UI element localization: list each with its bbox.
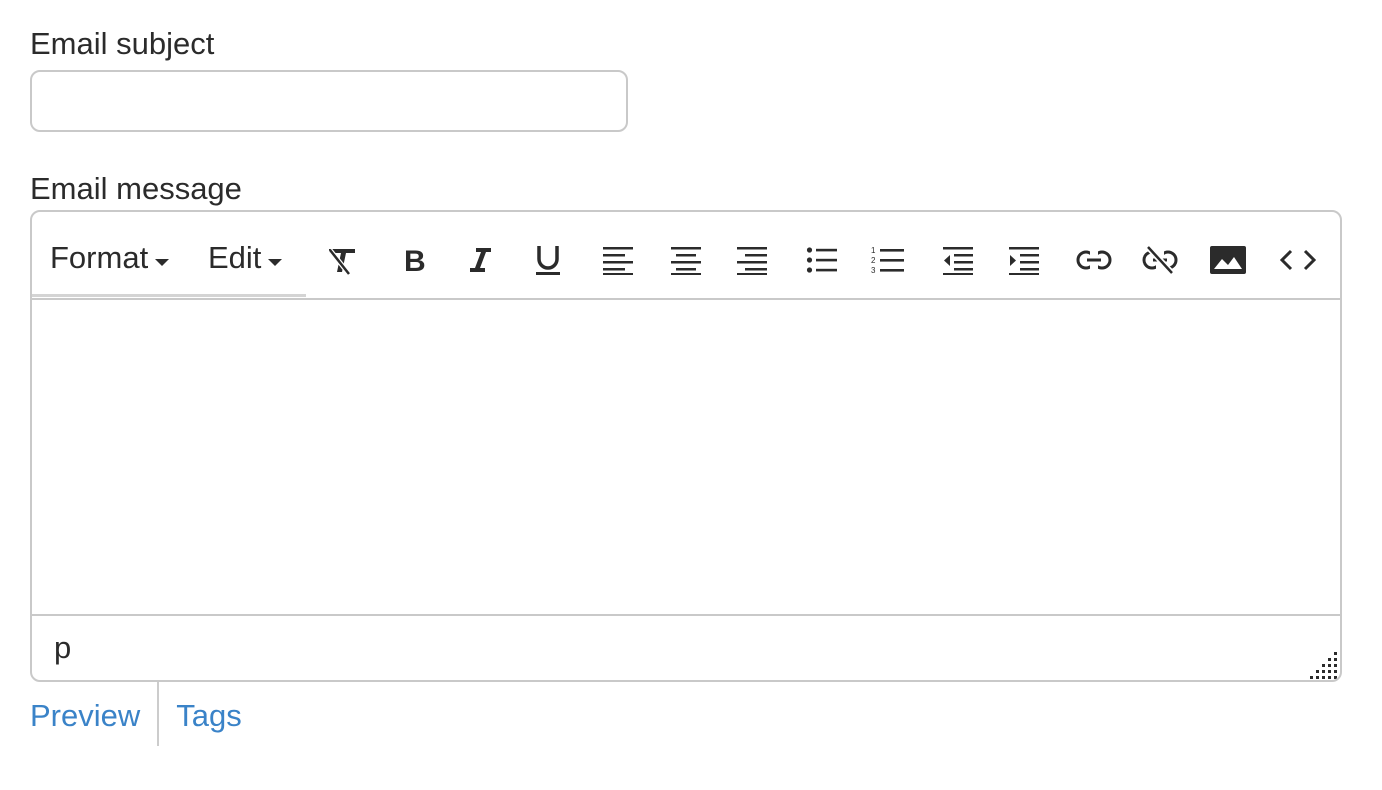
edit-menu-label: Edit — [208, 240, 262, 275]
indent-button[interactable] — [1004, 240, 1044, 280]
caret-down-icon — [155, 259, 170, 266]
editor-links: Preview Tags — [30, 682, 242, 746]
element-path[interactable]: p — [54, 632, 71, 663]
outdent-icon — [943, 247, 973, 275]
clear-format-icon — [328, 248, 355, 276]
editor-toolbar: Format Edit B 1 2 3 — [32, 212, 1340, 300]
bold-button[interactable]: B — [394, 240, 434, 280]
source-code-button[interactable] — [1278, 240, 1318, 280]
bullet-list-icon — [806, 247, 837, 273]
format-menu[interactable]: Format — [50, 240, 170, 275]
code-icon — [1280, 249, 1316, 271]
underline-icon — [536, 246, 560, 275]
align-right-button[interactable] — [732, 240, 772, 280]
align-right-icon — [737, 247, 767, 275]
preview-link[interactable]: Preview — [30, 682, 157, 731]
edit-menu[interactable]: Edit — [208, 240, 283, 275]
svg-text:2: 2 — [871, 256, 876, 265]
caret-down-icon — [268, 259, 283, 266]
align-left-button[interactable] — [598, 240, 638, 280]
numbered-list-button[interactable]: 1 2 3 — [868, 240, 908, 280]
clear-formatting-button[interactable] — [322, 240, 362, 280]
italic-button[interactable] — [460, 240, 500, 280]
indent-icon — [1009, 247, 1039, 275]
svg-text:1: 1 — [871, 246, 876, 255]
bold-icon: B — [404, 245, 426, 275]
align-center-icon — [671, 247, 701, 275]
underline-button[interactable] — [528, 240, 568, 280]
insert-link-button[interactable] — [1074, 240, 1114, 280]
bullet-list-button[interactable] — [802, 240, 842, 280]
tags-link[interactable]: Tags — [159, 682, 241, 731]
unlink-icon — [1142, 245, 1178, 275]
numbered-list-icon: 1 2 3 — [871, 246, 904, 275]
resize-handle-icon[interactable] — [1304, 646, 1338, 680]
remove-link-button[interactable] — [1140, 240, 1180, 280]
rich-text-editor: Format Edit B 1 2 3 p — [30, 210, 1342, 682]
outdent-button[interactable] — [938, 240, 978, 280]
svg-text:B: B — [404, 245, 426, 275]
menubar-underline — [32, 294, 306, 297]
link-icon — [1076, 250, 1112, 270]
editor-content-area[interactable] — [32, 300, 1340, 616]
insert-image-button[interactable] — [1208, 240, 1248, 280]
italic-icon — [470, 248, 491, 272]
svg-text:3: 3 — [871, 266, 876, 275]
email-message-label: Email message — [30, 171, 242, 206]
align-center-button[interactable] — [666, 240, 706, 280]
format-menu-label: Format — [50, 240, 149, 275]
email-subject-label: Email subject — [30, 26, 215, 61]
editor-statusbar: p — [32, 616, 1340, 680]
email-subject-input[interactable] — [30, 70, 628, 132]
image-icon — [1210, 246, 1246, 274]
align-left-icon — [603, 247, 633, 275]
